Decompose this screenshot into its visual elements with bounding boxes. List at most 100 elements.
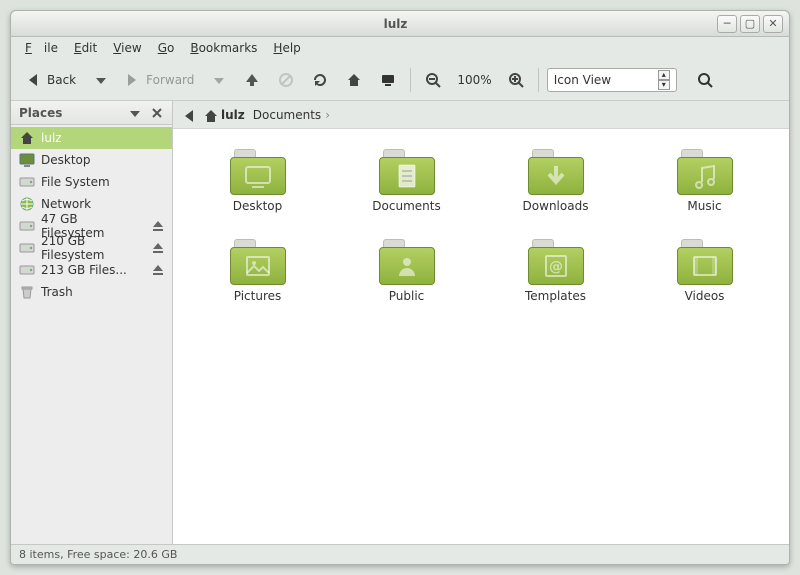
reload-button[interactable]	[306, 69, 334, 91]
up-button[interactable]	[238, 69, 266, 91]
window-title: lulz	[77, 17, 714, 31]
sidebar-item-label: Desktop	[41, 153, 91, 167]
breadcrumb-home[interactable]: lulz	[203, 108, 245, 122]
folder-label: Downloads	[523, 199, 589, 213]
eject-icon[interactable]	[150, 218, 164, 235]
breadcrumb-item[interactable]: Documents ›	[253, 108, 330, 122]
home-icon	[346, 72, 362, 88]
menu-bookmarks[interactable]: Bookmarks	[184, 39, 263, 57]
back-button[interactable]: Back	[21, 69, 82, 91]
folder-icon	[528, 149, 584, 195]
folder-videos[interactable]: Videos	[640, 239, 769, 303]
sidebar-item-label: 210 GB Filesystem	[41, 234, 144, 262]
folder-icon	[379, 239, 435, 285]
back-label: Back	[47, 73, 76, 87]
chevron-down-icon	[212, 73, 226, 87]
folder-label: Desktop	[233, 199, 283, 213]
sidebar-list: lulzDesktopFile SystemNetwork47 GB Files…	[11, 125, 172, 544]
trash-icon	[19, 284, 35, 300]
chevron-down-icon[interactable]	[128, 106, 142, 120]
reload-icon	[312, 72, 328, 88]
status-bar: 8 items, Free space: 20.6 GB	[11, 544, 789, 564]
folder-templates[interactable]: Templates	[491, 239, 620, 303]
close-icon[interactable]	[150, 106, 164, 120]
folder-public[interactable]: Public	[342, 239, 471, 303]
home-icon	[19, 130, 35, 146]
sidebar-item-file-system[interactable]: File System	[11, 171, 172, 193]
forward-dropdown[interactable]	[206, 70, 232, 90]
home-icon	[203, 108, 217, 122]
menubar: File Edit View Go Bookmarks Help	[11, 37, 789, 59]
icon-view[interactable]: Desktop Documents Downloads Music Pictures Pu…	[173, 129, 789, 544]
file-manager-window: lulz ─ ▢ ✕ File Edit View Go Bookmarks H…	[10, 10, 790, 565]
zoom-in-icon	[508, 72, 524, 88]
arrow-up-icon	[244, 72, 260, 88]
sidebar-item-trash[interactable]: Trash	[11, 281, 172, 303]
menu-file[interactable]: File	[19, 39, 64, 57]
menu-edit[interactable]: Edit	[68, 39, 103, 57]
home-button[interactable]	[340, 69, 368, 91]
titlebar[interactable]: lulz ─ ▢ ✕	[11, 11, 789, 37]
computer-icon	[380, 72, 396, 88]
maximize-button[interactable]: ▢	[740, 15, 760, 33]
chevron-right-icon: ›	[325, 108, 330, 122]
folder-label: Music	[687, 199, 721, 213]
minimize-button[interactable]: ─	[717, 15, 737, 33]
folder-icon	[528, 239, 584, 285]
menu-go[interactable]: Go	[152, 39, 181, 57]
zoom-level: 100%	[453, 73, 495, 87]
desktop-icon	[19, 152, 35, 168]
view-mode-select[interactable]: Icon View ▴▾	[547, 68, 677, 92]
sidebar-item-desktop[interactable]: Desktop	[11, 149, 172, 171]
menu-help[interactable]: Help	[267, 39, 306, 57]
back-dropdown[interactable]	[88, 70, 114, 90]
drive-icon	[19, 262, 35, 278]
folder-icon	[379, 149, 435, 195]
folder-label: Videos	[685, 289, 725, 303]
stop-button[interactable]	[272, 69, 300, 91]
sidebar-item-210-gb-filesystem[interactable]: 210 GB Filesystem	[11, 237, 172, 259]
folder-downloads[interactable]: Downloads	[491, 149, 620, 213]
arrow-left-icon	[27, 72, 41, 88]
computer-button[interactable]	[374, 69, 402, 91]
zoom-out-button[interactable]	[419, 69, 447, 91]
sidebar-title: Places	[19, 106, 62, 120]
path-back-icon[interactable]	[183, 108, 195, 122]
forward-label: Forward	[146, 73, 194, 87]
main-pane: lulz Documents › Desktop Documents Downloa…	[173, 101, 789, 544]
folder-desktop[interactable]: Desktop	[193, 149, 322, 213]
sidebar-item-label: 213 GB Files...	[41, 263, 127, 277]
folder-documents[interactable]: Documents	[342, 149, 471, 213]
folder-label: Templates	[525, 289, 586, 303]
menu-view[interactable]: View	[107, 39, 147, 57]
zoom-out-icon	[425, 72, 441, 88]
folder-pictures[interactable]: Pictures	[193, 239, 322, 303]
arrow-right-icon	[126, 72, 140, 88]
forward-button[interactable]: Forward	[120, 69, 200, 91]
status-text: 8 items, Free space: 20.6 GB	[19, 548, 177, 561]
sidebar-item-lulz[interactable]: lulz	[11, 127, 172, 149]
drive-icon	[19, 240, 35, 256]
folder-label: Documents	[372, 199, 440, 213]
folder-icon	[230, 149, 286, 195]
drive-icon	[19, 218, 35, 234]
toolbar: Back Forward 100% Icon View ▴▾	[11, 59, 789, 101]
search-icon	[697, 72, 713, 88]
zoom-in-button[interactable]	[502, 69, 530, 91]
folder-label: Public	[389, 289, 425, 303]
folder-icon	[230, 239, 286, 285]
folder-music[interactable]: Music	[640, 149, 769, 213]
sidebar-item-label: File System	[41, 175, 110, 189]
folder-icon	[677, 239, 733, 285]
sidebar: Places lulzDesktopFile SystemNetwork47 G…	[11, 101, 173, 544]
sidebar-item-label: Network	[41, 197, 91, 211]
sidebar-item-213-gb-files-[interactable]: 213 GB Files...	[11, 259, 172, 281]
eject-icon[interactable]	[150, 262, 164, 279]
view-mode-spinner[interactable]: ▴▾	[658, 70, 670, 90]
search-button[interactable]	[691, 69, 719, 91]
sidebar-header: Places	[11, 101, 172, 125]
eject-icon[interactable]	[150, 240, 164, 257]
network-icon	[19, 196, 35, 212]
folder-icon	[677, 149, 733, 195]
close-window-button[interactable]: ✕	[763, 15, 783, 33]
